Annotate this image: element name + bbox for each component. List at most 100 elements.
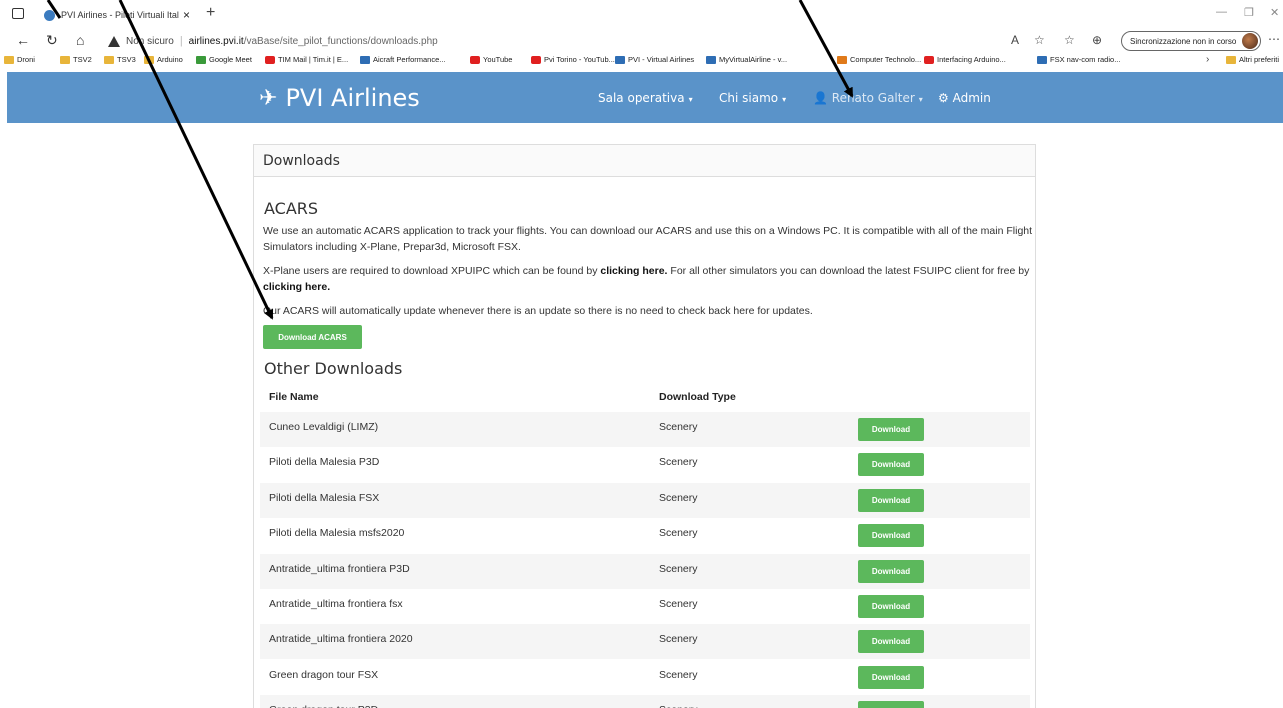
file-name-cell: Antratide_ultima frontiera fsx <box>269 598 403 610</box>
close-window-icon[interactable]: ✕ <box>1270 6 1279 19</box>
more-menu-icon[interactable]: ⋯ <box>1268 32 1280 46</box>
download-type-cell: Scenery <box>659 704 698 708</box>
bookmark-item[interactable]: YouTube <box>470 55 512 64</box>
folder-icon <box>104 55 114 64</box>
table-row: Piloti della Malesia P3D Scenery Download <box>260 447 1030 482</box>
download-type-cell: Scenery <box>659 421 698 433</box>
minimize-icon[interactable]: — <box>1216 6 1227 18</box>
download-type-cell: Scenery <box>659 456 698 469</box>
table-row: Antratide_ultima frontiera P3D Scenery Dow… <box>260 553 1030 589</box>
download-button[interactable]: Download <box>858 630 924 654</box>
sync-label: Sincronizzazione non in corso <box>1130 36 1237 46</box>
favorite-star-icon[interactable]: ☆ <box>1034 33 1045 47</box>
tab-actions-icon[interactable] <box>12 8 24 19</box>
download-type-cell: Scenery <box>659 562 698 575</box>
bookmark-item[interactable]: TIM Mail | Tim.it | E... <box>265 55 348 64</box>
nav-sala-operativa[interactable]: Sala operativa ▾ <box>598 91 693 105</box>
caret-down-icon: ▾ <box>918 95 923 104</box>
bookmark-item[interactable]: PVI - Virtual Airlines <box>615 55 694 64</box>
browser-tab-strip: PVI Airlines - Piloti Virtuali Italia × … <box>0 0 1283 28</box>
other-downloads-heading: Other Downloads <box>264 359 403 378</box>
bookmark-item[interactable]: Interfacing Arduino... <box>924 55 1006 64</box>
bookmark-item[interactable]: Arduino <box>144 55 183 64</box>
caret-down-icon: ▾ <box>688 95 693 104</box>
bookmark-other-favorites[interactable]: Altri preferiti <box>1226 55 1279 64</box>
download-button[interactable]: Download <box>858 665 924 689</box>
caret-down-icon: ▾ <box>782 95 787 104</box>
table-row: Antratide_ultima frontiera fsx Scenery Dow… <box>260 589 1030 624</box>
url-input[interactable]: Non sicuro | airlines.pvi.it /vaBase/sit… <box>108 32 988 50</box>
bookmark-favicon-icon <box>470 55 480 64</box>
fsuipc-link[interactable]: clicking here. <box>263 281 330 293</box>
bookmark-favicon-icon <box>196 55 206 64</box>
folder-icon <box>1226 55 1236 64</box>
nav-admin[interactable]: ⚙ Admin <box>938 91 991 105</box>
download-button[interactable]: Download <box>858 418 924 441</box>
bookmark-item[interactable]: TSV2 <box>60 55 92 64</box>
site-favicon-icon <box>44 9 55 21</box>
bookmark-item[interactable]: Droni <box>4 55 35 64</box>
download-button[interactable]: Download <box>858 524 924 548</box>
acars-heading: ACARS <box>264 199 319 218</box>
site-brand[interactable]: ✈ PVI Airlines <box>259 84 420 112</box>
download-acars-button[interactable]: Download ACARS <box>263 325 362 349</box>
site-navbar: ✈ PVI Airlines Sala operativa ▾ Chi siamo… <box>7 72 1283 123</box>
panel-heading: Downloads <box>254 145 1035 177</box>
url-host: airlines.pvi.it <box>188 35 244 47</box>
tab-title: PVI Airlines - Piloti Virtuali Italia <box>61 10 179 20</box>
bookmark-favicon-icon <box>837 55 847 64</box>
sync-status-button[interactable]: Sincronizzazione non in corso <box>1121 31 1261 51</box>
brand-name: PVI Airlines <box>285 84 420 112</box>
address-bar-row: ← ↻ ⌂ Non sicuro | airlines.pvi.it /vaBa… <box>0 28 1283 54</box>
table-row: Antratide_ultima frontiera 2020 Scenery Do… <box>260 624 1030 660</box>
bookmarks-bar: › Altri preferiti Droni TSV2 TSV3 Arduino Go… <box>0 54 1283 70</box>
folder-icon <box>4 55 14 64</box>
download-type-cell: Scenery <box>659 491 698 504</box>
download-type-cell: Scenery <box>659 527 698 540</box>
profile-avatar <box>1242 33 1258 49</box>
table-row: Green dragon tour P3D Scenery Download <box>260 695 1030 708</box>
bookmark-item[interactable]: Aicraft Performance... <box>360 55 446 64</box>
file-name-cell: Piloti della Malesia msfs2020 <box>269 527 405 540</box>
browser-tab[interactable]: PVI Airlines - Piloti Virtuali Italia × <box>38 3 198 27</box>
table-row: Piloti della Malesia msfs2020 Scenery Down… <box>260 518 1030 553</box>
back-icon[interactable]: ← <box>16 32 30 48</box>
bookmark-item[interactable]: Pvi Torino - YouTub... <box>531 55 615 64</box>
bookmark-item[interactable]: TSV3 <box>104 55 136 64</box>
file-name-cell: Antratide_ultima frontiera P3D <box>269 562 410 575</box>
download-button[interactable]: Download <box>858 559 924 583</box>
read-aloud-icon[interactable]: A <box>1011 33 1019 47</box>
acars-description: We use an automatic ACARS application to… <box>263 225 1033 253</box>
new-tab-button[interactable]: + <box>206 4 215 22</box>
collections-icon[interactable]: ⊕ <box>1092 33 1102 47</box>
home-icon[interactable]: ⌂ <box>76 32 84 48</box>
file-name-cell: Green dragon tour P3D <box>269 704 378 708</box>
favorites-icon[interactable]: ☆ <box>1064 33 1075 47</box>
url-path: /vaBase/site_pilot_functions/downloads.p… <box>243 35 438 47</box>
file-name-cell: Piloti della Malesia FSX <box>269 491 380 504</box>
download-button[interactable]: Download <box>858 595 924 618</box>
bookmark-item[interactable]: FSX nav-com radio... <box>1037 55 1120 64</box>
security-label: Non sicuro <box>126 35 174 47</box>
nav-user-menu[interactable]: 👤 Renato Galter ▾ <box>813 91 923 105</box>
file-name-cell: Piloti della Malesia P3D <box>269 456 380 469</box>
bookmark-favicon-icon <box>360 55 370 64</box>
xpuipc-link[interactable]: clicking here. <box>600 265 667 277</box>
restore-icon[interactable]: ❐ <box>1244 6 1254 19</box>
download-button[interactable]: Download <box>858 488 924 512</box>
reload-icon[interactable]: ↻ <box>46 32 58 48</box>
download-type-cell: Scenery <box>659 633 698 646</box>
bookmark-item[interactable]: Google Meet <box>196 55 252 64</box>
bookmarks-overflow-chevron-icon[interactable]: › <box>1206 54 1209 65</box>
nav-chi-siamo[interactable]: Chi siamo ▾ <box>719 91 786 105</box>
download-button[interactable]: Download <box>858 453 924 477</box>
gear-icon: ⚙ <box>938 91 953 105</box>
close-tab-icon[interactable]: × <box>183 8 190 22</box>
bookmark-item[interactable]: Computer Technolo... <box>837 55 921 64</box>
bookmark-favicon-icon <box>706 55 716 64</box>
bookmark-item[interactable]: MyVirtualAirline - v... <box>706 55 787 64</box>
bookmark-favicon-icon <box>265 55 275 64</box>
download-button[interactable]: Download <box>858 701 924 708</box>
folder-icon <box>60 55 70 64</box>
downloads-panel: Downloads ACARS We use an automatic ACAR… <box>253 144 1036 708</box>
